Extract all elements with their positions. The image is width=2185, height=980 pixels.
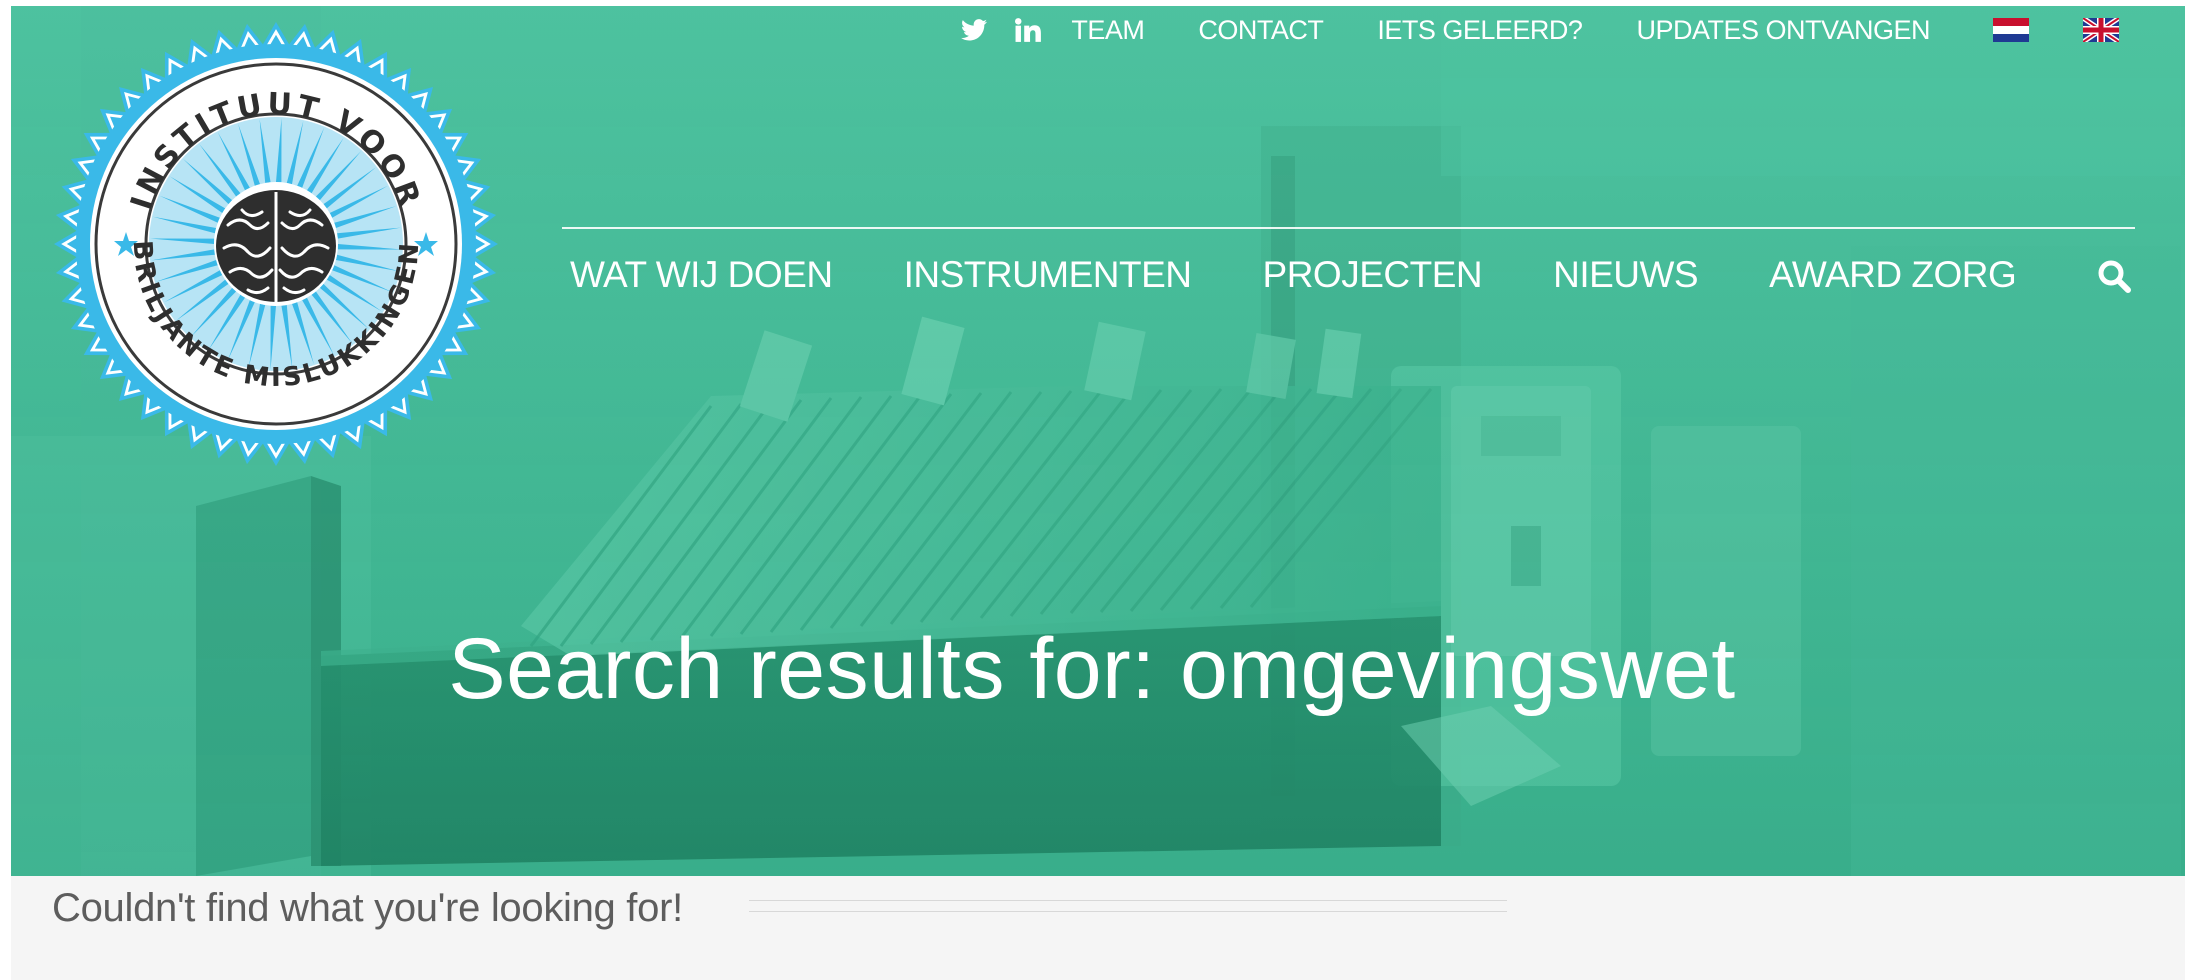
search-results-area: Couldn't find what you're looking for! xyxy=(11,876,2185,980)
page-title-text: Search results for: omgevingswet xyxy=(448,621,1736,717)
top-navigation: TEAM CONTACT IETS GELEERD? UPDATES ONTVA… xyxy=(960,10,2119,50)
top-link-contact[interactable]: CONTACT xyxy=(1198,15,1324,46)
top-link-team[interactable]: TEAM xyxy=(1071,15,1145,46)
uk-flag-icon[interactable] xyxy=(2083,18,2119,42)
main-navigation: WAT WIJ DOEN INSTRUMENTEN PROJECTEN NIEU… xyxy=(570,250,2017,300)
main-nav-divider xyxy=(562,227,2135,229)
page: TEAM CONTACT IETS GELEERD? UPDATES ONTVA… xyxy=(0,0,2185,980)
nav-item-nieuws[interactable]: NIEUWS xyxy=(1553,254,1699,296)
linkedin-icon[interactable] xyxy=(1014,16,1042,44)
nav-item-instrumenten[interactable]: INSTRUMENTEN xyxy=(904,254,1192,296)
search-icon[interactable] xyxy=(2096,258,2136,298)
nav-item-award-zorg[interactable]: AWARD ZORG xyxy=(1769,254,2017,296)
brain-icon xyxy=(216,190,336,302)
page-title: Search results for: omgevingswet xyxy=(0,620,2185,719)
top-link-updates-ontvangen[interactable]: UPDATES ONTVANGEN xyxy=(1636,15,1930,46)
top-link-iets-geleerd[interactable]: IETS GELEERD? xyxy=(1377,15,1583,46)
nav-item-projecten[interactable]: PROJECTEN xyxy=(1263,254,1483,296)
no-results-divider xyxy=(749,900,1507,912)
dutch-flag-icon[interactable] xyxy=(1993,18,2029,42)
logo[interactable]: INSTITUUT VOOR BRILJANTE MISLUKKINGEN xyxy=(52,20,500,468)
nav-item-wat-wij-doen[interactable]: WAT WIJ DOEN xyxy=(570,254,833,296)
twitter-icon[interactable] xyxy=(960,16,988,44)
no-results-message: Couldn't find what you're looking for! xyxy=(52,886,683,930)
